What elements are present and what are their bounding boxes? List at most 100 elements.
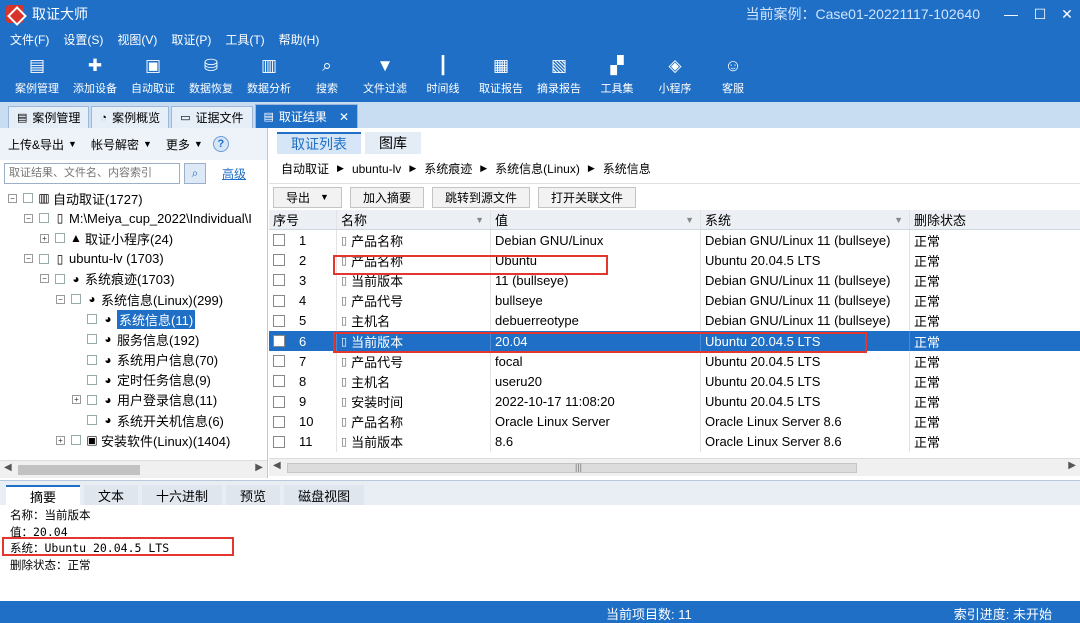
action-button-0[interactable]: 导出 ▼ [273, 186, 342, 208]
breadcrumb-item[interactable]: 系统信息 [603, 160, 651, 177]
tree-checkbox[interactable] [87, 334, 97, 345]
table-horizontal-scrollbar[interactable]: ◀ ||| ▶ [269, 458, 1080, 476]
row-checkbox[interactable] [273, 234, 285, 247]
toolbar-button-4[interactable]: ▥ 数据分析 [240, 50, 298, 102]
row-checkbox[interactable] [273, 294, 285, 307]
maximize-icon[interactable]: ☐ [1025, 0, 1055, 28]
tree-checkbox[interactable] [39, 213, 49, 224]
tree-checkbox[interactable] [87, 415, 97, 426]
menu-forensics[interactable]: 取证(P) [171, 31, 211, 48]
detail-tab-1[interactable]: 文本 [84, 485, 139, 505]
more-dropdown[interactable]: 更多 ▼ [162, 134, 207, 155]
tree-node[interactable]: − ◕ 系统痕迹(1703) [0, 269, 267, 289]
row-checkbox[interactable] [273, 254, 285, 267]
tree-checkbox[interactable] [55, 233, 65, 244]
expand-icon[interactable]: + [40, 233, 49, 243]
tree-node[interactable]: + ▣ 安装软件(Linux)(1404) [0, 430, 267, 450]
detail-tab-3[interactable]: 预览 [226, 485, 281, 505]
menu-tools[interactable]: 工具(T) [225, 31, 264, 48]
toolbar-button-3[interactable]: ⛁ 数据恢复 [182, 50, 240, 102]
breadcrumb-item[interactable]: ubuntu-lv [352, 162, 401, 176]
tree-checkbox[interactable] [39, 253, 49, 264]
row-checkbox[interactable] [273, 375, 285, 388]
table-row[interactable]: 9 ▯ 安装时间 2022-10-17 11:08:20 Ubuntu 20.04.5 … [269, 391, 1080, 412]
scroll-left-icon[interactable]: ◀ [4, 462, 12, 473]
doc-tab-1[interactable]: ◔ 案例概览 [91, 106, 170, 128]
help-icon[interactable]: ? [212, 136, 229, 152]
toolbar-button-6[interactable]: ▼ 文件过滤 [356, 50, 414, 102]
table-row[interactable]: 7 ▯ 产品代号 focal Ubuntu 20.04.5 LTS 正常 [269, 351, 1080, 372]
tree-node[interactable]: ◕ 系统用户信息(70) [0, 350, 267, 370]
detail-tab-0[interactable]: 摘要 [6, 485, 81, 505]
tree-checkbox[interactable] [71, 294, 81, 305]
doc-tab-0[interactable]: ▤ 案例管理 [8, 106, 90, 128]
tree-node[interactable]: + ◕ 用户登录信息(11) [0, 390, 267, 410]
expand-icon[interactable]: + [72, 395, 81, 405]
tree-node[interactable]: + ▲ 取证小程序(24) [0, 228, 267, 248]
tree-node[interactable]: − ▯ M:\Meiya_cup_2022\Individual\I [0, 208, 267, 228]
close-icon[interactable]: ✕ [1052, 0, 1080, 28]
action-button-3[interactable]: 打开关联文件 [537, 186, 636, 208]
collapse-icon[interactable]: − [8, 193, 17, 203]
scroll-left-icon[interactable]: ◀ [273, 460, 281, 471]
close-tab-icon[interactable]: ✕ [339, 110, 349, 124]
toolbar-button-12[interactable]: ☺ 客服 [704, 50, 762, 102]
column-header[interactable]: 系统 ▼ [701, 210, 910, 229]
tree-node[interactable]: − ◕ 系统信息(Linux)(299) [0, 289, 267, 309]
table-row[interactable]: 5 ▯ 主机名 debuerreotype Debian GNU/Linux 11 (b… [269, 310, 1080, 331]
menu-file[interactable]: 文件(F) [10, 31, 49, 48]
column-header[interactable]: 名称 ▼ [337, 210, 491, 229]
table-row[interactable]: 1 ▯ 产品名称 Debian GNU/Linux Debian GNU/Linux 1… [269, 230, 1080, 251]
column-header[interactable]: 值 ▼ [491, 210, 701, 229]
row-checkbox[interactable] [273, 415, 285, 428]
tree-node[interactable]: − ▯ ubuntu-lv (1703) [0, 249, 267, 269]
toolbar-button-9[interactable]: ▧ 摘录报告 [530, 50, 588, 102]
menu-view[interactable]: 视图(V) [117, 31, 157, 48]
search-input[interactable] [4, 162, 180, 184]
detail-tab-2[interactable]: 十六进制 [142, 485, 223, 505]
column-header[interactable]: 序号 [269, 210, 337, 229]
scrollbar-thumb[interactable] [18, 465, 140, 475]
row-checkbox[interactable] [273, 355, 285, 368]
tree-node[interactable]: ◕ 服务信息(192) [0, 329, 267, 349]
table-row[interactable]: 11 ▯ 当前版本 8.6 Oracle Linux Server 8.6 正常 [269, 431, 1080, 453]
toolbar-button-7[interactable]: ┃ 时间线 [414, 50, 472, 102]
collapse-icon[interactable]: − [40, 274, 49, 284]
toolbar-button-0[interactable]: ▤ 案例管理 [8, 50, 66, 102]
tree-node[interactable]: − ▥ 自动取证(1727) [0, 188, 267, 208]
search-button[interactable]: ⌕ [184, 162, 206, 184]
collapse-icon[interactable]: − [56, 294, 65, 304]
tree-checkbox[interactable] [87, 374, 97, 385]
filter-icon[interactable]: ▼ [894, 215, 903, 225]
table-row[interactable]: 2 ▯ 产品名称 Ubuntu Ubuntu 20.04.5 LTS 正常 [269, 250, 1080, 271]
table-row[interactable]: 4 ▯ 产品代号 bullseye Debian GNU/Linux 11 (bulls… [269, 290, 1080, 311]
toolbar-button-5[interactable]: ⌕ 搜索 [298, 50, 356, 102]
row-checkbox[interactable] [273, 395, 285, 408]
action-button-1[interactable]: 加入摘要 [349, 186, 424, 208]
table-row[interactable]: 10 ▯ 产品名称 Oracle Linux Server Oracle Linux S… [269, 411, 1080, 432]
doc-tab-3[interactable]: ▤ 取证结果 ✕ [254, 104, 358, 128]
tab-0[interactable]: 取证列表 [277, 132, 361, 154]
tree-checkbox[interactable] [87, 394, 97, 405]
breadcrumb-item[interactable]: 系统痕迹 [424, 160, 472, 177]
tree-checkbox[interactable] [87, 354, 97, 365]
filter-icon[interactable]: ▼ [685, 215, 694, 225]
menu-settings[interactable]: 设置(S) [63, 31, 103, 48]
collapse-icon[interactable]: − [24, 213, 33, 223]
account-decrypt-dropdown[interactable]: 帐号解密 ▼ [87, 134, 156, 155]
tree-checkbox[interactable] [55, 273, 65, 284]
tree-checkbox[interactable] [87, 314, 97, 325]
tree-horizontal-scrollbar[interactable]: ◀ ▶ [0, 460, 267, 478]
table-row[interactable]: 8 ▯ 主机名 useru20 Ubuntu 20.04.5 LTS 正常 [269, 371, 1080, 392]
advanced-search-link[interactable]: 高级 [222, 165, 246, 182]
table-row[interactable]: 3 ▯ 当前版本 11 (bullseye) Debian GNU/Linux 11 (… [269, 270, 1080, 291]
tree-checkbox[interactable] [23, 193, 33, 204]
expand-icon[interactable]: + [56, 435, 65, 445]
breadcrumb-item[interactable]: 自动取证 [281, 160, 329, 177]
tab-1[interactable]: 图库 [365, 132, 421, 154]
row-checkbox[interactable] [273, 335, 285, 348]
toolbar-button-10[interactable]: ▞ 工具集 [588, 50, 646, 102]
toolbar-button-8[interactable]: ▦ 取证报告 [472, 50, 530, 102]
filter-icon[interactable]: ▼ [475, 215, 484, 225]
table-row[interactable]: 6 ▯ 当前版本 20.04 Ubuntu 20.04.5 LTS 正常 [269, 330, 1080, 352]
